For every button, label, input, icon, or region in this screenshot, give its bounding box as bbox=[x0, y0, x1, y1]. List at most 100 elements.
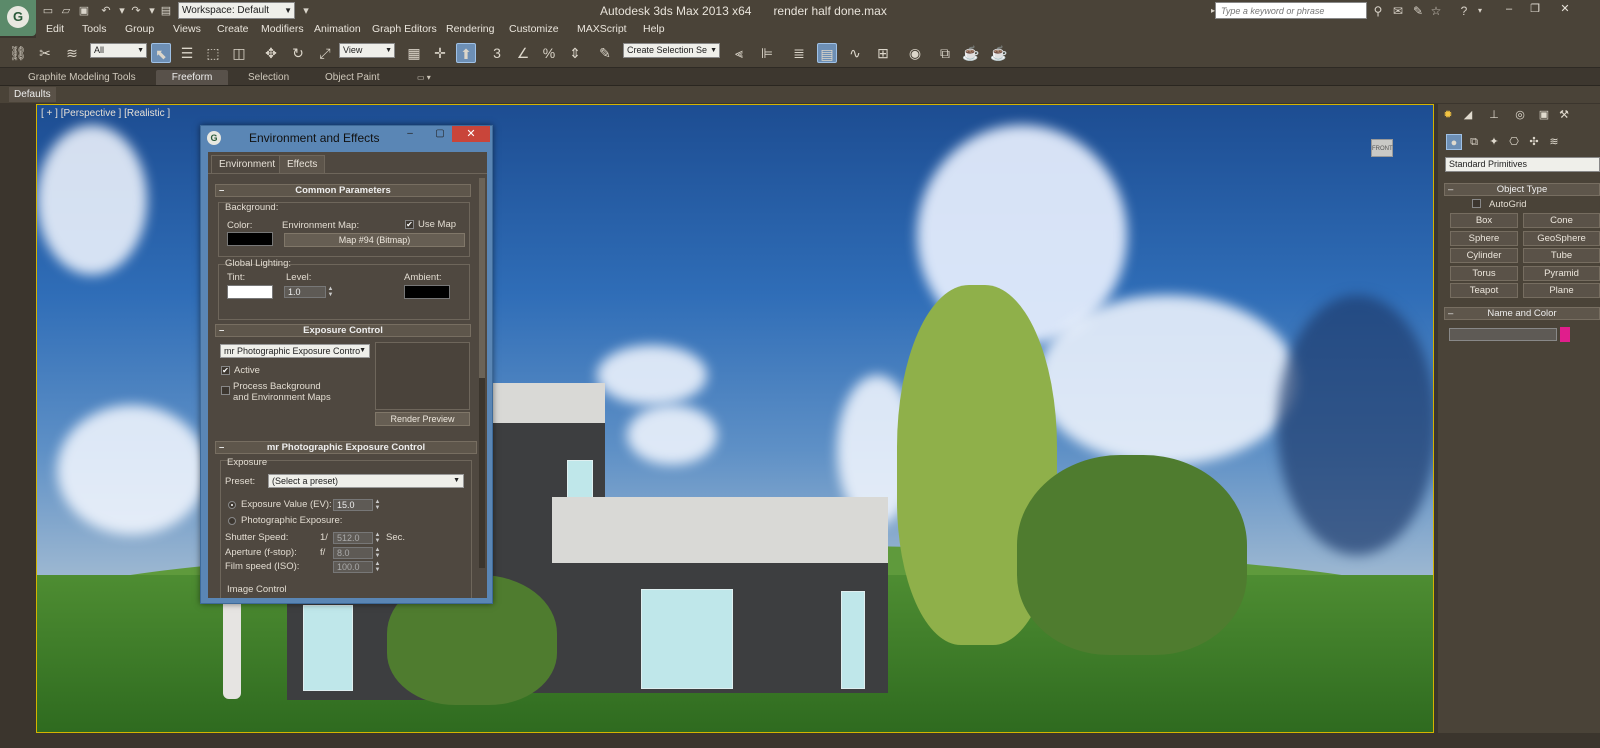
object-color-swatch[interactable] bbox=[1560, 327, 1570, 342]
geosphere-button[interactable]: GeoSphere bbox=[1523, 231, 1600, 246]
snaps-toggle-icon[interactable]: 3 bbox=[487, 43, 507, 63]
restore-icon[interactable]: ❐ bbox=[1522, 0, 1548, 18]
tab-environment[interactable]: Environment bbox=[211, 155, 284, 173]
communication-center-icon[interactable]: ✎ bbox=[1410, 3, 1426, 19]
space-warps-icon[interactable]: ≋ bbox=[1546, 134, 1562, 150]
object-type-rollout[interactable]: – Object Type bbox=[1444, 183, 1600, 196]
create-panel-icon[interactable]: ✹ bbox=[1440, 107, 1456, 123]
cone-button[interactable]: Cone bbox=[1523, 213, 1600, 228]
helpers-icon[interactable]: ✣ bbox=[1526, 134, 1542, 150]
viewport-label[interactable]: [ + ] [Perspective ] [Realistic ] bbox=[41, 108, 170, 119]
object-name-input[interactable] bbox=[1449, 328, 1557, 341]
geometry-icon[interactable]: ● bbox=[1446, 134, 1462, 150]
rendered-frame-window-icon[interactable]: ☕ bbox=[961, 43, 981, 63]
background-color-swatch[interactable] bbox=[227, 232, 273, 246]
subscription-icon[interactable]: ✉ bbox=[1390, 3, 1406, 19]
ambient-color-swatch[interactable] bbox=[404, 285, 450, 299]
schematic-view-icon[interactable]: ⊞ bbox=[873, 43, 893, 63]
defaults-button[interactable]: Defaults bbox=[9, 87, 56, 102]
dialog-minimize-icon[interactable]: – bbox=[401, 127, 419, 141]
app-logo[interactable]: G bbox=[0, 0, 36, 36]
menu-help[interactable]: Help bbox=[643, 23, 665, 35]
exposure-type-dropdown[interactable]: mr Photographic Exposure Contro ▼ bbox=[220, 344, 370, 358]
menu-graph-editors[interactable]: Graph Editors bbox=[372, 23, 437, 35]
exposure-control-rollout[interactable]: – Exposure Control bbox=[215, 324, 471, 337]
select-and-rotate-icon[interactable]: ↻ bbox=[288, 43, 308, 63]
tab-graphite-modeling-tools[interactable]: Graphite Modeling Tools bbox=[20, 70, 144, 85]
percent-snap-icon[interactable]: % bbox=[539, 43, 559, 63]
use-map-checkbox[interactable]: ✔ bbox=[405, 220, 414, 229]
process-background-checkbox[interactable] bbox=[221, 386, 230, 395]
shapes-icon[interactable]: ⧉ bbox=[1466, 134, 1482, 150]
menu-group[interactable]: Group bbox=[125, 23, 154, 35]
keyboard-shortcut-override-icon[interactable]: ⬆ bbox=[456, 43, 476, 63]
curve-editor-icon[interactable]: ∿ bbox=[845, 43, 865, 63]
reference-coordinate-dropdown[interactable]: View ▼ bbox=[339, 43, 395, 58]
rectangular-selection-icon[interactable]: ⬚ bbox=[203, 43, 223, 63]
select-by-name-icon[interactable]: ☰ bbox=[177, 43, 197, 63]
select-and-move-icon[interactable]: ✥ bbox=[261, 43, 281, 63]
mr-photographic-rollout[interactable]: – mr Photographic Exposure Control bbox=[215, 441, 477, 454]
spinner-arrows-icon[interactable]: ▲ ▼ bbox=[327, 286, 334, 298]
mirror-icon[interactable]: ⫷ bbox=[729, 43, 749, 63]
common-parameters-rollout[interactable]: – Common Parameters bbox=[215, 184, 471, 197]
layer-manager-icon[interactable]: ≣ bbox=[789, 43, 809, 63]
render-production-icon[interactable]: ☕ bbox=[989, 43, 1009, 63]
cylinder-button[interactable]: Cylinder bbox=[1450, 248, 1518, 263]
menu-views[interactable]: Views bbox=[173, 23, 201, 35]
photographic-exposure-radio[interactable] bbox=[228, 517, 236, 525]
utilities-panel-icon[interactable]: ⚒ bbox=[1556, 107, 1572, 123]
menu-create[interactable]: Create bbox=[217, 23, 249, 35]
torus-button[interactable]: Torus bbox=[1450, 266, 1518, 281]
pivot-center-icon[interactable]: ▦ bbox=[404, 43, 424, 63]
preset-dropdown[interactable]: (Select a preset) ▼ bbox=[268, 474, 464, 488]
menu-modifiers[interactable]: Modifiers bbox=[261, 23, 304, 35]
named-selection-set-dropdown[interactable]: Create Selection Se ▼ bbox=[623, 43, 720, 58]
image-control-label[interactable]: Image Control bbox=[227, 584, 287, 595]
dialog-close-icon[interactable]: ✕ bbox=[452, 126, 490, 142]
plane-button[interactable]: Plane bbox=[1523, 283, 1600, 298]
customize-quick-access-icon[interactable]: ▾ bbox=[298, 3, 314, 19]
modify-panel-icon[interactable]: ◢ bbox=[1460, 107, 1476, 123]
menu-edit[interactable]: Edit bbox=[46, 23, 64, 35]
open-file-icon[interactable]: ▱ bbox=[58, 3, 74, 19]
lights-icon[interactable]: ✦ bbox=[1486, 134, 1502, 150]
minimize-icon[interactable]: – bbox=[1496, 0, 1522, 18]
level-spinner[interactable]: 1.0 bbox=[284, 286, 326, 298]
object-category-dropdown[interactable]: Standard Primitives bbox=[1445, 157, 1600, 172]
spinner-arrows-icon[interactable]: ▲ ▼ bbox=[374, 547, 381, 559]
render-preview-button[interactable]: Render Preview bbox=[375, 412, 470, 426]
spinner-arrows-icon[interactable]: ▲ ▼ bbox=[374, 532, 381, 544]
edit-named-selection-icon[interactable]: ✎ bbox=[595, 43, 615, 63]
selection-filter-dropdown[interactable]: All ▼ bbox=[90, 43, 147, 58]
workspace-dropdown[interactable]: Workspace: Default ▼ bbox=[178, 2, 295, 19]
angle-snap-icon[interactable]: ∠ bbox=[513, 43, 533, 63]
bind-space-warp-icon[interactable]: ≋ bbox=[62, 43, 82, 63]
hierarchy-panel-icon[interactable]: ⊥ bbox=[1486, 107, 1502, 123]
hold-icon[interactable]: ▤ bbox=[158, 3, 174, 19]
teapot-button[interactable]: Teapot bbox=[1450, 283, 1518, 298]
environment-map-button[interactable]: Map #94 (Bitmap) bbox=[284, 233, 465, 247]
tab-object-paint[interactable]: Object Paint bbox=[317, 70, 387, 85]
aperture-spinner[interactable]: 8.0 bbox=[333, 547, 373, 559]
help-dropdown-icon[interactable]: ▾ bbox=[1472, 3, 1488, 19]
sphere-button[interactable]: Sphere bbox=[1450, 231, 1518, 246]
material-editor-icon[interactable]: ◉ bbox=[905, 43, 925, 63]
pyramid-button[interactable]: Pyramid bbox=[1523, 266, 1600, 281]
spinner-snap-icon[interactable]: ⇕ bbox=[565, 43, 585, 63]
menu-rendering[interactable]: Rendering bbox=[446, 23, 494, 35]
scrollbar-thumb[interactable] bbox=[479, 178, 485, 378]
select-and-scale-icon[interactable]: ⤢ bbox=[315, 43, 335, 63]
tab-freeform[interactable]: Freeform bbox=[156, 70, 228, 85]
help-icon[interactable]: ? bbox=[1456, 3, 1472, 19]
dialog-maximize-icon[interactable]: ▢ bbox=[431, 127, 449, 141]
redo-icon[interactable]: ↷ bbox=[128, 3, 144, 19]
menu-animation[interactable]: Animation bbox=[314, 23, 361, 35]
ribbon-options-icon[interactable]: ▭ ▾ bbox=[409, 70, 439, 85]
active-checkbox[interactable]: ✔ bbox=[221, 366, 230, 375]
save-file-icon[interactable]: ▣ bbox=[76, 3, 92, 19]
cameras-icon[interactable]: ⎔ bbox=[1506, 134, 1522, 150]
new-file-icon[interactable]: ▭ bbox=[40, 3, 56, 19]
autogrid-checkbox[interactable] bbox=[1472, 199, 1481, 208]
tab-selection[interactable]: Selection bbox=[240, 70, 297, 85]
